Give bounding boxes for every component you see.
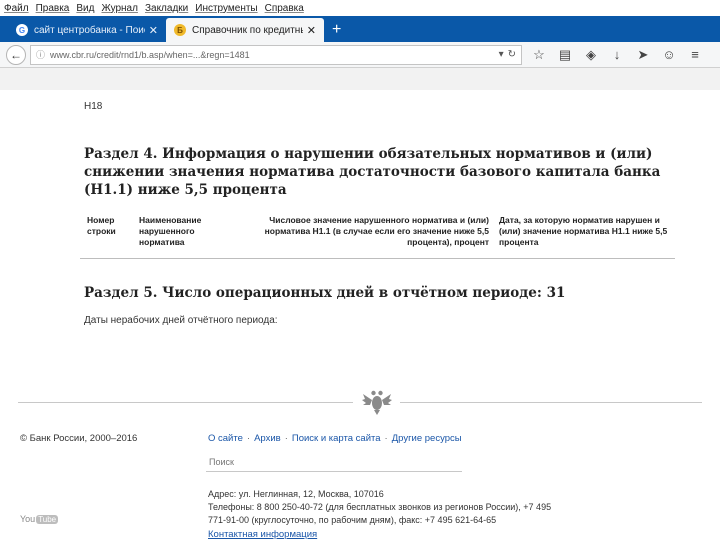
form-code: H18 bbox=[84, 101, 103, 112]
close-tab-icon[interactable]: ✕ bbox=[307, 24, 316, 37]
section4-table-header: Номер строки Наименование нарушенного но… bbox=[84, 215, 674, 255]
bank-emblem-icon bbox=[362, 390, 392, 415]
tab-bar: G сайт центробанка - Поис... ✕ Б Справоч… bbox=[0, 16, 720, 42]
table-divider bbox=[80, 258, 675, 259]
google-favicon-icon: G bbox=[16, 24, 28, 36]
footer-divider-right bbox=[400, 402, 702, 403]
reading-list-icon[interactable]: ▤ bbox=[558, 47, 572, 63]
contact-address-block: Адрес: ул. Неглинная, 12, Москва, 107016… bbox=[208, 488, 568, 527]
page-top-strip bbox=[0, 68, 720, 90]
footer-divider-left bbox=[18, 402, 353, 403]
tab-label: сайт центробанка - Поис... bbox=[34, 24, 145, 36]
tab-google-search[interactable]: G сайт центробанка - Поис... ✕ bbox=[8, 18, 166, 42]
url-text[interactable]: www.cbr.ru/credit/rnd1/b.asp/when=...&re… bbox=[50, 50, 495, 60]
new-tab-icon[interactable]: + bbox=[332, 21, 341, 39]
tab-label: Справочник по кредитным... bbox=[192, 24, 303, 36]
archive-link[interactable]: Архив bbox=[254, 433, 281, 444]
menu-file[interactable]: Файл bbox=[4, 3, 29, 14]
menu-view[interactable]: Вид bbox=[76, 3, 94, 14]
column-header-norm-name: Наименование нарушенного норматива bbox=[139, 215, 202, 247]
youtube-you-text: You bbox=[20, 514, 36, 524]
nav-toolbar: ← ⓘ www.cbr.ru/credit/rnd1/b.asp/when=..… bbox=[0, 42, 720, 68]
menu-bookmarks[interactable]: Закладки bbox=[145, 3, 188, 14]
phones-text: Телефоны: 8 800 250-40-72 (для бесплатны… bbox=[208, 502, 552, 525]
link-separator: · bbox=[246, 433, 251, 444]
download-icon[interactable]: ↓ bbox=[610, 47, 624, 62]
contact-info-link[interactable]: Контактная информация bbox=[208, 529, 317, 540]
send-icon[interactable]: ➤ bbox=[636, 47, 650, 63]
copyright: © Банк России, 2000–2016 bbox=[20, 433, 138, 444]
section5-title: Раздел 5. Число операционных дней в отчё… bbox=[84, 285, 566, 301]
back-arrow-icon: ← bbox=[10, 47, 22, 62]
about-link[interactable]: О сайте bbox=[208, 433, 243, 444]
smiley-icon[interactable]: ☺ bbox=[662, 47, 676, 62]
other-resources-link[interactable]: Другие ресурсы bbox=[392, 433, 462, 444]
column-header-numeric-value: Числовое значение нарушенного норматива … bbox=[264, 215, 489, 247]
column-header-row-number: Номер строки bbox=[87, 215, 116, 236]
address-bar[interactable]: ⓘ www.cbr.ru/credit/rnd1/b.asp/when=...&… bbox=[30, 44, 522, 65]
column-header-violation-date: Дата, за которую норматив нарушен и (или… bbox=[499, 215, 668, 247]
search-sitemap-link[interactable]: Поиск и карта сайта bbox=[292, 433, 381, 444]
reload-icon[interactable]: ↻ bbox=[508, 49, 516, 60]
pocket-icon[interactable]: ◈ bbox=[584, 47, 598, 63]
menu-bar: Файл Правка Вид Журнал Закладки Инструме… bbox=[0, 0, 720, 16]
youtube-logo[interactable]: You Tube bbox=[20, 514, 59, 524]
back-button[interactable]: ← bbox=[6, 44, 26, 65]
bookmark-star-icon[interactable]: ☆ bbox=[532, 47, 546, 63]
hamburger-menu-icon[interactable]: ≡ bbox=[688, 47, 702, 62]
close-tab-icon[interactable]: ✕ bbox=[149, 24, 158, 37]
link-separator: · bbox=[284, 433, 288, 444]
menu-tools[interactable]: Инструменты bbox=[195, 3, 257, 14]
address-text: Адрес: ул. Неглинная, 12, Москва, 107016 bbox=[208, 489, 384, 499]
youtube-tube-text: Tube bbox=[36, 514, 59, 524]
dropdown-icon[interactable]: ▾ bbox=[499, 49, 504, 60]
menu-help[interactable]: Справка bbox=[265, 3, 304, 14]
footer-links: О сайте · Архив · Поиск и карта сайта · … bbox=[208, 433, 462, 444]
menu-edit[interactable]: Правка bbox=[36, 3, 70, 14]
menu-history[interactable]: Журнал bbox=[101, 3, 138, 14]
toolbar-icons: ☆ ▤ ◈ ↓ ➤ ☺ ≡ bbox=[532, 47, 714, 63]
cbr-favicon-icon: Б bbox=[174, 24, 186, 36]
link-separator: · bbox=[384, 433, 388, 444]
non-working-days-label: Даты нерабочих дней отчётного периода: bbox=[84, 315, 278, 326]
footer-search-input[interactable] bbox=[206, 452, 462, 472]
section4-title: Раздел 4. Информация о нарушении обязате… bbox=[84, 146, 661, 198]
info-icon[interactable]: ⓘ bbox=[36, 48, 45, 61]
tab-cbr-directory[interactable]: Б Справочник по кредитным... ✕ bbox=[166, 18, 324, 42]
